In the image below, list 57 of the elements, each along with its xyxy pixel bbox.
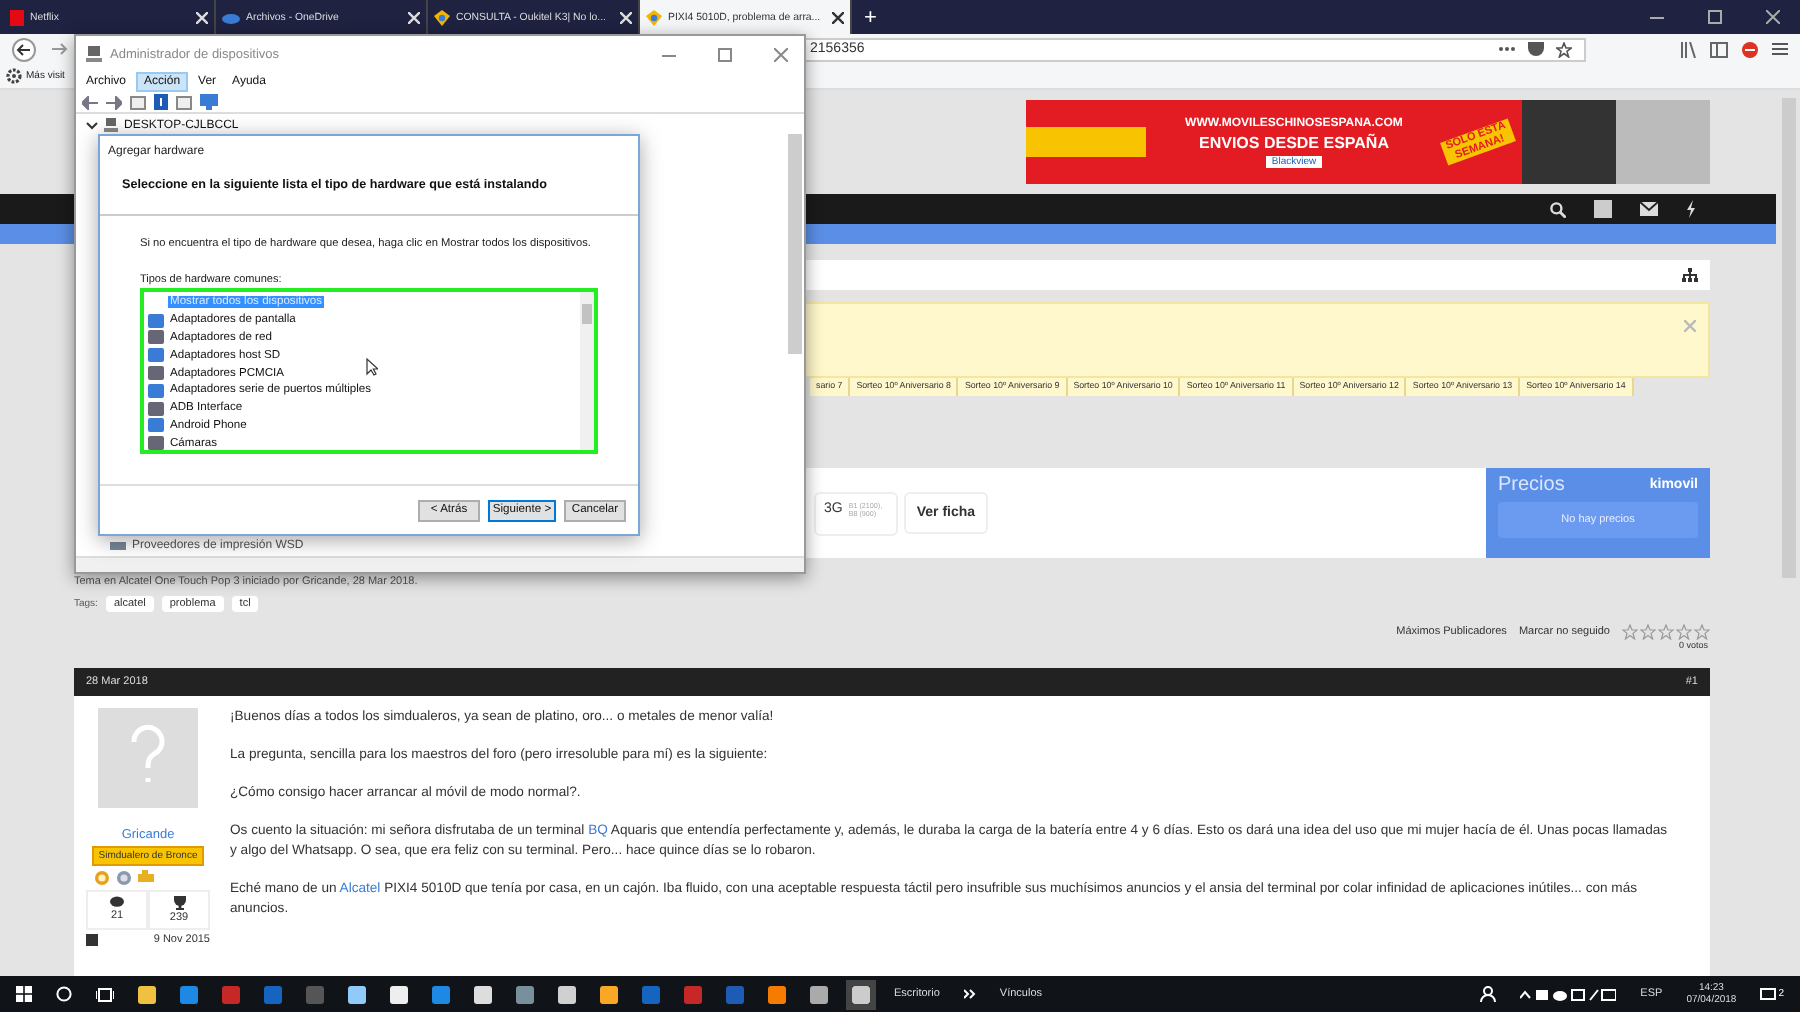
bolt-icon[interactable] xyxy=(1686,200,1696,218)
properties-icon[interactable] xyxy=(130,95,146,109)
library-icon[interactable] xyxy=(1680,41,1696,57)
comment-icon xyxy=(110,896,124,908)
menu-icon[interactable] xyxy=(1772,42,1788,56)
app-icon[interactable] xyxy=(810,985,828,1003)
search-icon[interactable] xyxy=(1550,201,1566,217)
prices-title: Precios xyxy=(1498,474,1565,496)
forward-icon[interactable] xyxy=(106,95,122,109)
pocket-icon[interactable] xyxy=(1528,42,1544,56)
scrollbar[interactable] xyxy=(1782,98,1796,578)
app-icon[interactable] xyxy=(474,985,492,1003)
app-icon[interactable] xyxy=(600,985,618,1003)
app-icon[interactable] xyxy=(138,985,156,1003)
rating-stars[interactable] xyxy=(1622,624,1710,640)
properties-icon[interactable] xyxy=(176,95,192,109)
monitor-icon[interactable] xyxy=(200,94,218,110)
message-icon xyxy=(1760,987,1777,1001)
chevron-icon[interactable] xyxy=(963,988,976,1000)
more-icon[interactable] xyxy=(1498,46,1516,52)
app-icon[interactable] xyxy=(348,985,366,1003)
maximize-icon[interactable] xyxy=(718,47,732,61)
calendar-icon xyxy=(86,934,98,946)
trophy-icon xyxy=(173,896,185,910)
app-icon[interactable] xyxy=(390,985,408,1003)
new-tab-button[interactable]: + xyxy=(852,0,889,34)
mail-icon[interactable] xyxy=(1640,202,1658,216)
cloud-icon xyxy=(222,11,240,23)
maximize-icon[interactable] xyxy=(1708,10,1722,24)
people-icon[interactable] xyxy=(1480,986,1497,1002)
task-view-icon[interactable] xyxy=(96,987,114,1001)
windows-icon[interactable] xyxy=(16,986,32,1002)
thumbs-up-icon xyxy=(138,870,154,882)
chevron-icon xyxy=(86,121,98,129)
forward-icon[interactable] xyxy=(50,40,68,58)
computer-icon xyxy=(104,118,118,132)
forum-icon xyxy=(434,9,450,25)
close-icon[interactable] xyxy=(832,11,844,23)
tray-icons-icon[interactable] xyxy=(1520,987,1617,1001)
scrollbar[interactable] xyxy=(788,134,802,354)
back-icon[interactable] xyxy=(12,37,36,61)
close-icon[interactable] xyxy=(1766,10,1780,24)
sidebar-icon[interactable] xyxy=(1710,41,1728,57)
app-icon[interactable] xyxy=(768,985,786,1003)
computer-icon xyxy=(86,46,102,62)
cursor-icon xyxy=(366,358,378,376)
app-icon[interactable] xyxy=(558,985,576,1003)
gear-icon xyxy=(6,68,22,84)
help-icon[interactable] xyxy=(154,94,168,110)
scrollbar[interactable] xyxy=(580,292,594,450)
printer-icon xyxy=(110,540,126,552)
sitemap-icon[interactable] xyxy=(1682,268,1698,282)
forum-icon xyxy=(646,9,662,25)
ad-headline: ENVIOS DESDE ESPAÑA xyxy=(1199,133,1389,151)
blocker-icon[interactable] xyxy=(1742,41,1758,57)
netflix-icon xyxy=(10,9,24,25)
star-icon[interactable] xyxy=(1556,41,1572,57)
